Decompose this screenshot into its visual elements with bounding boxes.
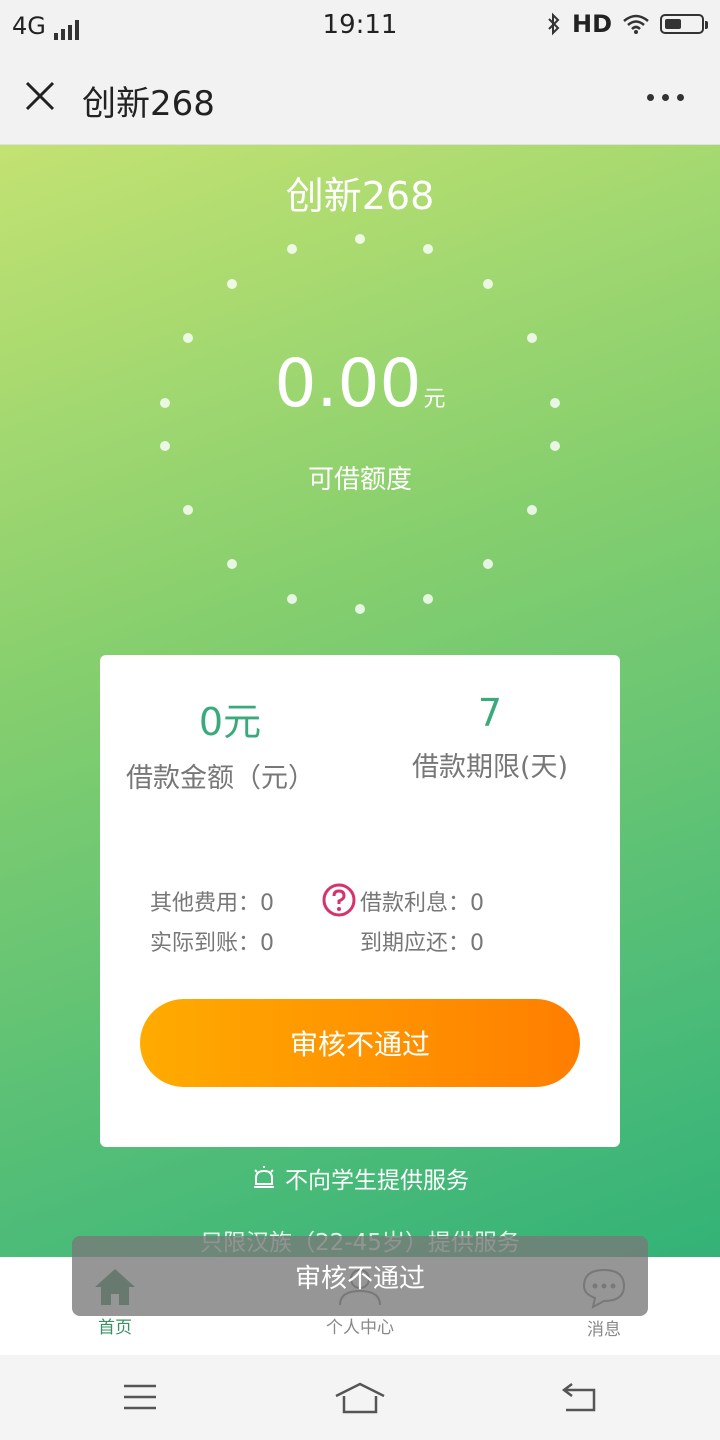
- hero-section: 创新268 0.00元 可借额度 0元 借款金额（元） 7 借款期限(天) 其他…: [0, 145, 720, 1257]
- actual-received: 实际到账：0: [150, 931, 274, 956]
- loan-amount-label: 借款金额（元）: [126, 763, 315, 794]
- toast-message: 审核不通过: [72, 1236, 648, 1316]
- amount-value: 0.00: [274, 345, 422, 422]
- tab-personal-center-label: 个人中心: [326, 1318, 394, 1338]
- wifi-icon: [623, 14, 649, 34]
- interest: 借款利息：0: [360, 891, 484, 916]
- no-students-text: 不向学生提供服务: [285, 1168, 469, 1194]
- loan-term-label: 借款期限(天): [411, 752, 569, 783]
- menu-key-icon[interactable]: [122, 1382, 158, 1412]
- amount-unit: 元: [423, 387, 446, 412]
- review-status-button[interactable]: 审核不通过: [140, 999, 580, 1087]
- nav-title: 创新268: [82, 84, 215, 124]
- home-key-icon[interactable]: [334, 1382, 386, 1416]
- bluetooth-icon: [548, 12, 560, 36]
- available-amount: 0.00元: [0, 345, 720, 422]
- more-options-icon[interactable]: [647, 94, 684, 101]
- limit-label: 可借额度: [307, 465, 412, 495]
- due-repay: 到期应还：0: [360, 931, 484, 956]
- hd-indicator: HD: [571, 10, 612, 38]
- loan-term-value: 7: [477, 691, 503, 735]
- loan-amount-value: 0元: [198, 700, 262, 744]
- tab-home-label: 首页: [98, 1318, 132, 1338]
- system-nav-bar: [0, 1356, 720, 1440]
- loan-term[interactable]: 7 借款期限(天): [360, 691, 620, 784]
- tab-messages-label: 消息: [587, 1320, 621, 1340]
- back-key-icon[interactable]: [560, 1382, 600, 1414]
- other-fees: 其他费用：0: [150, 891, 274, 916]
- nav-bar: 创新268: [0, 50, 720, 145]
- loan-amount[interactable]: 0元 借款金额（元）: [100, 691, 360, 795]
- close-icon[interactable]: [24, 80, 56, 112]
- no-students-notice: 不向学生提供服务: [0, 1161, 720, 1195]
- status-bar: 4G 19:11 HD: [0, 0, 720, 50]
- alarm-icon: [254, 1166, 274, 1188]
- loan-card: 0元 借款金额（元） 7 借款期限(天) 其他费用：0 借款利息：0 实际到账：…: [100, 655, 620, 1147]
- battery-icon: [660, 14, 708, 34]
- question-icon[interactable]: [322, 883, 356, 917]
